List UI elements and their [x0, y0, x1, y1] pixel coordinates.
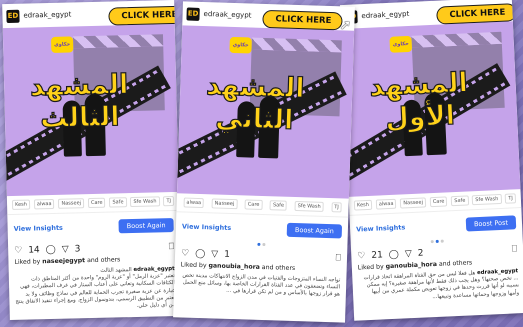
carousel-dot: [440, 239, 444, 243]
partner-logo: Sfe Wash: [130, 196, 160, 208]
view-insights-link[interactable]: View Insights: [14, 224, 63, 233]
partner-logo: TJ: [163, 196, 175, 207]
comment-icon[interactable]: ◯: [195, 249, 205, 259]
post-title: المشهد الأول: [353, 67, 486, 137]
partner-logo: Care: [244, 199, 263, 210]
partner-logo: Kesh: [353, 199, 373, 211]
heart-icon[interactable]: ♡: [14, 246, 22, 256]
hakawy-logo: حكاوي: [50, 36, 74, 53]
carousel-dot: [435, 239, 439, 243]
caption-body: تواجه النساء المتزوجات والفتيات في مدن ا…: [182, 272, 341, 298]
cta-label: CLICK HERE: [449, 7, 506, 21]
post-image[interactable]: حكاوي المشهد الثالث: [2, 23, 179, 197]
avatar[interactable]: ED: [6, 9, 20, 23]
title-line-2: الثاني: [214, 102, 294, 137]
partner-logo: Sfe Wash: [294, 200, 324, 212]
partner-logo: Safe: [451, 195, 469, 207]
partner-logo: Sfe Wash: [472, 193, 502, 206]
post-image[interactable]: حكاوي المشهد الأول: [341, 21, 521, 197]
share-icon[interactable]: ▽: [405, 249, 412, 259]
partner-logo: Nasseej: [58, 198, 85, 209]
username[interactable]: edraak_egypt: [361, 10, 409, 20]
caption-username[interactable]: edraak_egypt: [133, 266, 174, 273]
partner-logo: Care: [429, 196, 448, 208]
shares-count: 2: [417, 248, 424, 259]
boost-button[interactable]: Boost Post: [465, 215, 517, 232]
click-here-button[interactable]: CLICK HERE ➚: [436, 3, 523, 25]
partner-logo: alwaa: [183, 197, 205, 209]
post-title: المشهد الثالث: [14, 68, 146, 136]
hakawy-logo: حكاوي: [229, 36, 252, 54]
bookmark-icon[interactable]: ⎕: [512, 244, 518, 254]
partner-logo: Nasseej: [211, 198, 238, 210]
shares-count: 1: [223, 249, 231, 260]
caption-title: المشهد الثالث: [100, 267, 132, 274]
partner-logo: TJ: [505, 193, 517, 204]
liked-by-label: Liked by: [14, 258, 41, 266]
caption: تواجه النساء المتزوجات والفتيات في مدن ا…: [174, 271, 347, 300]
partner-logo: Safe: [109, 197, 127, 208]
view-insights-link[interactable]: View Insights: [182, 222, 231, 232]
heart-icon[interactable]: ♡: [357, 251, 366, 261]
caption: edraak_egypt المشهد الثالث تعتبر "عزبة ا…: [9, 265, 182, 314]
partner-logo: alwaa: [375, 198, 397, 210]
hakawy-logo: حكاوي: [389, 35, 413, 53]
post-image[interactable]: حكاوي المشهد الثاني: [176, 25, 355, 199]
view-insights-link[interactable]: View Insights: [356, 223, 406, 233]
click-here-button[interactable]: CLICK HERE ➚: [108, 5, 182, 26]
post-card-scene-1[interactable]: ED edraak_egypt CLICK HERE ➚ حكاوي المشه…: [339, 0, 523, 321]
cta-label: CLICK HERE: [121, 9, 178, 22]
boost-button[interactable]: Boost Again: [286, 222, 343, 239]
liked-by-user[interactable]: naseejegypt: [42, 257, 85, 265]
click-here-button[interactable]: CLICK HERE ➚: [262, 9, 351, 34]
partner-logo: Care: [87, 197, 106, 209]
share-icon[interactable]: ▽: [62, 245, 69, 255]
and-others[interactable]: and others: [87, 256, 120, 264]
partner-logo: Safe: [269, 200, 288, 211]
avatar[interactable]: ED: [186, 6, 200, 21]
boost-button[interactable]: Boost Again: [118, 218, 174, 234]
partner-logo: Nasseej: [400, 197, 427, 209]
title-line-1: المشهد: [205, 70, 306, 105]
title-line-2: الأول: [384, 99, 456, 135]
and-others[interactable]: and others: [262, 264, 296, 272]
partner-logo: alwaa: [33, 198, 55, 210]
title-line-1: المشهد: [368, 67, 469, 104]
comment-icon[interactable]: ◯: [389, 250, 400, 260]
liked-by-label: Liked by: [180, 261, 207, 270]
carousel-dot: [257, 242, 261, 246]
post-card-scene-2[interactable]: ED edraak_egypt CLICK HERE ➚ حكاوي المشه…: [173, 1, 355, 323]
liked-by-label: Liked by: [357, 263, 384, 272]
caption: edraak_egypt هل فعلا ليس من حق الفتاة ال…: [352, 267, 523, 306]
partner-logo: Kesh: [11, 199, 31, 210]
carousel-dot: [262, 242, 266, 247]
liked-by-user[interactable]: ganoubia_hora: [385, 261, 437, 270]
insights-bar: View Insights Boost Again: [7, 211, 180, 243]
username[interactable]: edraak_egypt: [203, 10, 251, 19]
shares-count: 3: [74, 244, 81, 255]
comment-icon[interactable]: ◯: [46, 245, 56, 255]
post-card-scene-3[interactable]: ED edraak_egypt CLICK HERE ➚ حكاوي المشه…: [2, 0, 182, 321]
post-title: المشهد الثاني: [189, 70, 321, 138]
and-others[interactable]: and others: [439, 259, 473, 268]
username[interactable]: edraak_egypt: [23, 10, 71, 19]
cta-label: CLICK HERE: [275, 14, 332, 27]
title-line-2: الثالث: [39, 101, 120, 135]
liked-by-user[interactable]: ganoubia_hora: [208, 262, 260, 271]
caption-body: تعتبر "عزبة الرمل" أو "عزبة الروم" واحدة…: [15, 273, 176, 309]
bookmark-icon[interactable]: ⎕: [169, 242, 175, 252]
carousel-dot: [430, 240, 434, 244]
title-line-1: المشهد: [29, 68, 129, 103]
pointer-cursor-icon: ➚: [339, 17, 352, 34]
likes-count: 21: [371, 250, 384, 261]
bookmark-icon[interactable]: ⎕: [335, 253, 341, 263]
likes-count: 14: [28, 245, 40, 256]
partner-logo: TJ: [331, 202, 342, 213]
share-icon[interactable]: ▽: [211, 249, 218, 259]
heart-icon[interactable]: ♡: [181, 248, 189, 258]
